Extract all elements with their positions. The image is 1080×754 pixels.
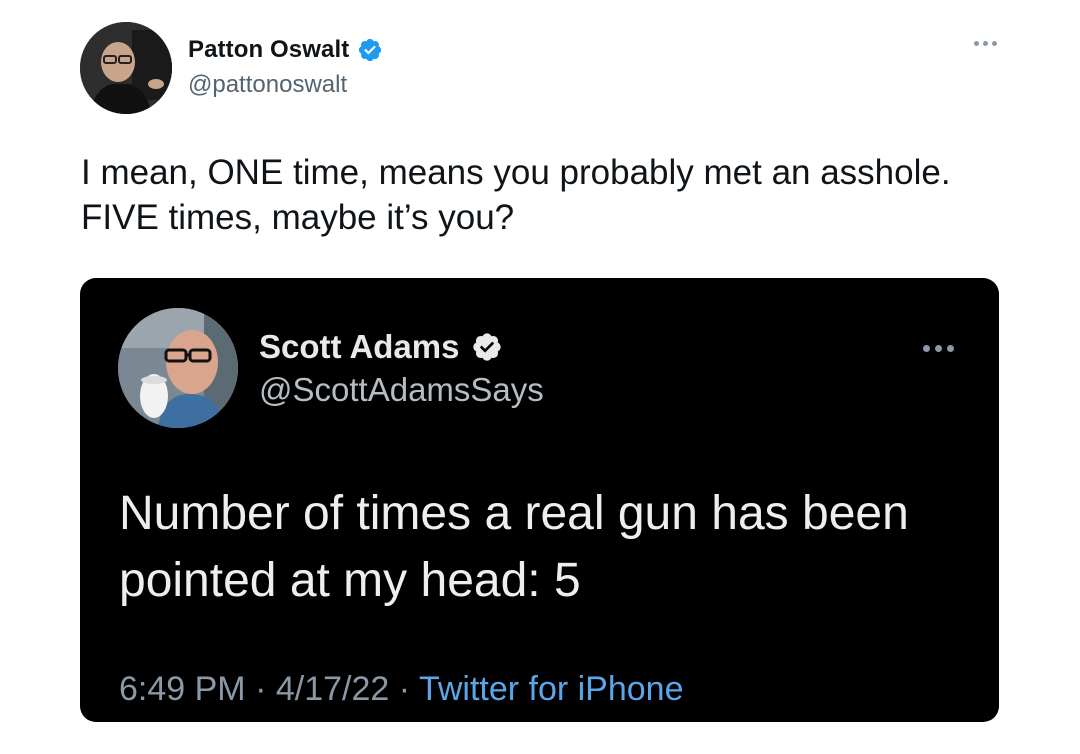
embedded-avatar <box>118 308 238 428</box>
embedded-author-display-name: Scott Adams <box>259 328 460 365</box>
dot <box>947 345 954 352</box>
embedded-tweet-text: Number of times a real gun has been poin… <box>119 487 909 607</box>
embedded-tweet-screenshot[interactable]: Scott Adams @ScottAdamsSays Number of ti… <box>80 278 999 722</box>
verified-badge-icon <box>471 331 503 363</box>
tweet: Patton Oswalt @pattonoswalt I mean, ONE … <box>0 0 1080 754</box>
dot <box>992 41 997 46</box>
embedded-author-handle: @ScottAdamsSays <box>259 371 544 408</box>
meta-separator: · <box>255 670 267 708</box>
embedded-tweet-meta: 6:49 PM · 4/17/22 · Twitter for iPhone <box>119 670 684 709</box>
dot <box>983 41 988 46</box>
tweet-time: 6:49 PM <box>119 670 246 708</box>
tweet-source-link: Twitter for iPhone <box>418 670 684 708</box>
dot <box>935 345 942 352</box>
author-handle[interactable]: @pattonoswalt <box>188 71 347 99</box>
tweet-text: I mean, ONE time, means you probably met… <box>81 153 951 237</box>
profile-photo-icon <box>118 308 238 428</box>
dot <box>923 345 930 352</box>
author-name-row: Patton Oswalt <box>188 36 383 64</box>
more-options-icon[interactable] <box>974 41 997 46</box>
avatar[interactable] <box>80 22 172 114</box>
profile-photo-icon <box>80 22 172 114</box>
embedded-author-name-row: Scott Adams <box>259 328 503 366</box>
verified-badge-icon <box>357 37 383 63</box>
meta-separator: · <box>398 670 411 708</box>
author-display-name[interactable]: Patton Oswalt <box>188 36 349 64</box>
more-options-icon <box>923 345 954 352</box>
tweet-date: 4/17/22 <box>275 670 390 708</box>
dot <box>974 41 979 46</box>
